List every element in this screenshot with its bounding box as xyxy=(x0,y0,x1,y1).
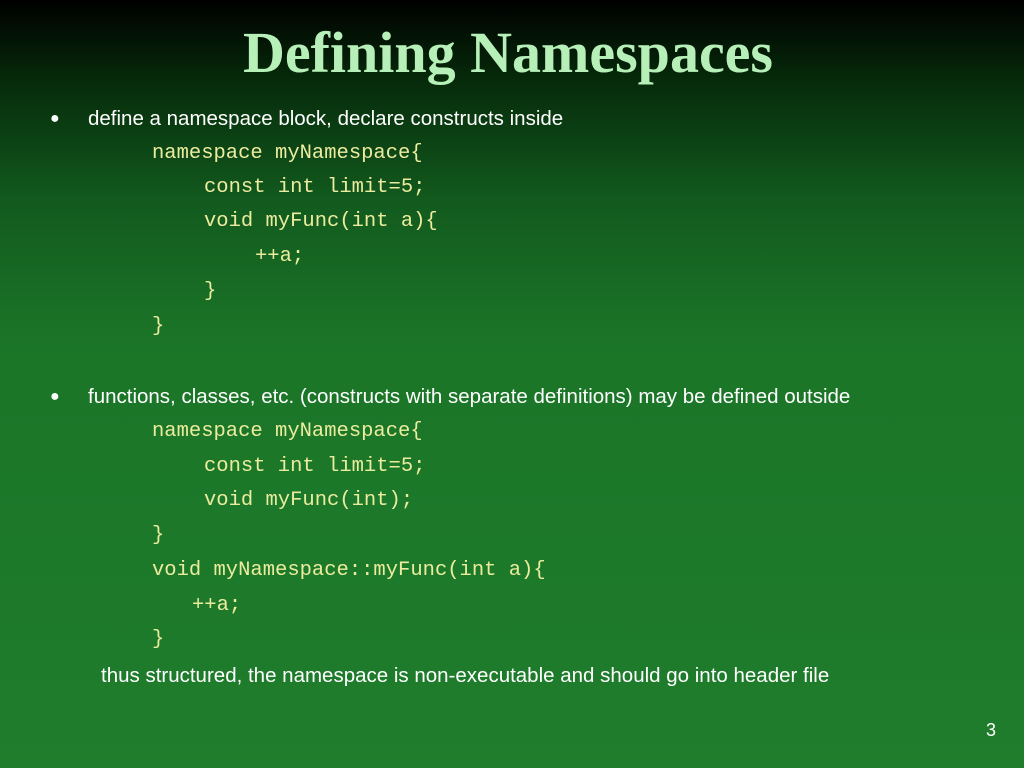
code-line: } xyxy=(152,628,165,651)
bullet-marker: ● xyxy=(50,388,60,405)
code-line: ++a; xyxy=(192,594,242,617)
code-line: } xyxy=(152,315,165,338)
code-line: namespace myNamespace{ xyxy=(152,420,423,443)
bullet-text: functions, classes, etc. (constructs wit… xyxy=(88,385,851,408)
code-line: void myFunc(int); xyxy=(204,489,414,512)
code-line: ++a; xyxy=(255,245,305,268)
code-block: namespace myNamespace{ const int limit=5… xyxy=(0,0,1024,651)
slide: Defining Namespaces ● define a namespace… xyxy=(0,0,1024,768)
note-text: thus structured, the namespace is non-ex… xyxy=(101,664,830,687)
code-line: void myNamespace::myFunc(int a){ xyxy=(152,559,546,582)
code-line: const int limit=5; xyxy=(204,455,426,478)
code-line: } xyxy=(204,280,217,303)
code-line: } xyxy=(152,524,165,547)
page-number: 3 xyxy=(985,720,996,740)
